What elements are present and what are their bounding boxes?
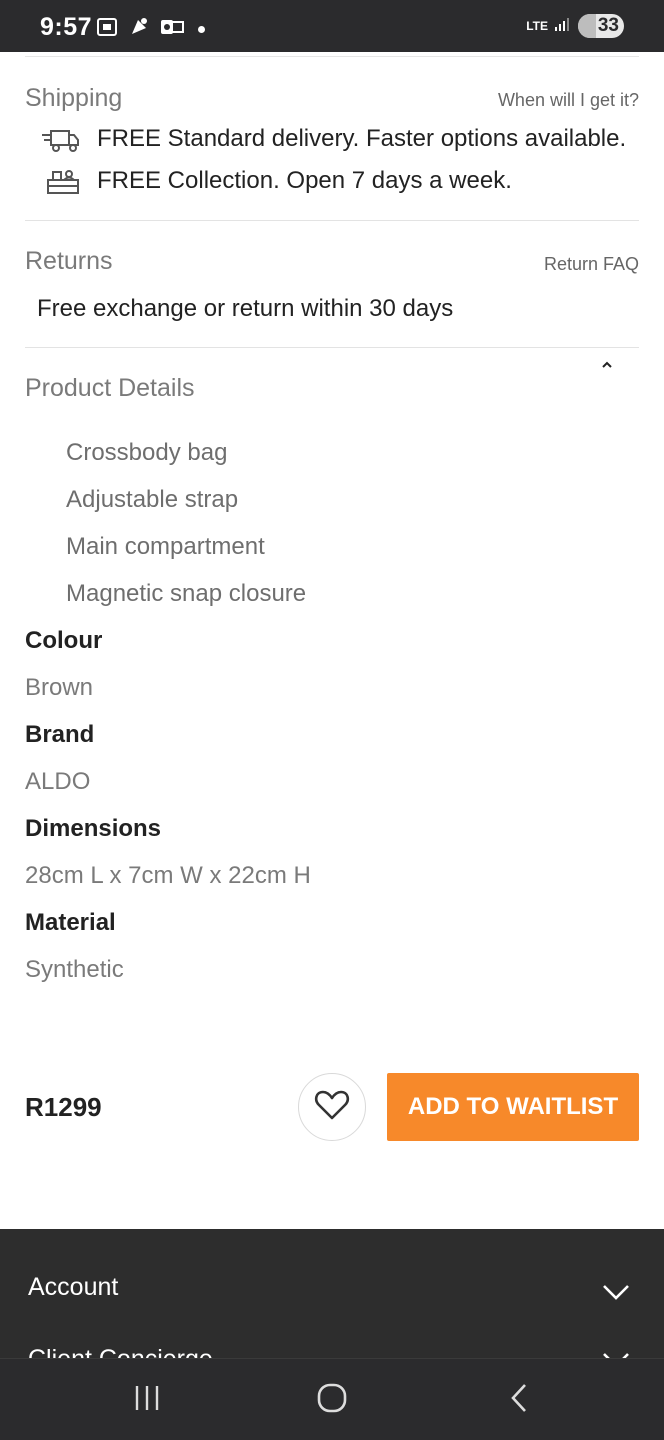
back-button[interactable] — [474, 1359, 564, 1440]
shipping-title: Shipping — [25, 84, 123, 112]
battery-indicator: 33 — [578, 14, 624, 38]
divider — [25, 220, 639, 221]
detail-item: Main compartment — [66, 533, 265, 560]
detail-item: Adjustable strap — [66, 486, 239, 513]
when-will-i-get-it-link[interactable]: When will I get it? — [498, 90, 639, 111]
attribute-label-material: Material — [25, 909, 116, 936]
more-notifications-dot — [198, 26, 205, 33]
product-details-title[interactable]: Product Details — [25, 374, 195, 403]
detail-item: Crossbody bag — [66, 439, 228, 466]
divider — [25, 347, 639, 348]
returns-policy-text: Free exchange or return within 30 days — [37, 295, 454, 322]
notification-icons — [96, 16, 205, 43]
signal-icon — [554, 16, 572, 37]
status-bar: 9:57 LTE 33 — [0, 0, 664, 52]
detail-item: Magnetic snap closure — [66, 580, 307, 607]
home-icon — [316, 1382, 348, 1419]
free-delivery-text: FREE Standard delivery. Faster options a… — [97, 125, 627, 152]
return-faq-link[interactable]: Return FAQ — [544, 254, 639, 275]
divider — [25, 56, 639, 57]
recent-apps-button[interactable] — [102, 1359, 192, 1440]
attribute-label-colour: Colour — [25, 627, 103, 654]
collection-store-icon — [46, 168, 80, 201]
product-price: R1299 — [25, 1092, 102, 1122]
status-time: 9:57 — [40, 13, 93, 41]
attribute-value-colour: Brown — [25, 674, 94, 701]
free-collection-text: FREE Collection. Open 7 days a week. — [97, 167, 512, 194]
footer-item-account[interactable]: Account — [28, 1273, 118, 1302]
chevron-down-icon[interactable] — [602, 1283, 630, 1301]
app-notification-icon — [128, 16, 150, 43]
system-navigation-bar — [0, 1358, 664, 1440]
wishlist-button[interactable] — [298, 1073, 366, 1141]
footer-item-client-concierge[interactable]: Client Concierge — [28, 1345, 213, 1359]
footer: Account Client Concierge — [0, 1229, 664, 1359]
home-button[interactable] — [287, 1359, 377, 1440]
returns-title: Returns — [25, 247, 113, 275]
recent-apps-icon — [132, 1384, 162, 1417]
collapse-caret-icon[interactable] — [598, 358, 616, 372]
back-icon — [508, 1382, 530, 1419]
outlook-icon — [160, 17, 184, 42]
attribute-label-dimensions: Dimensions — [25, 815, 162, 842]
network-type: LTE — [526, 18, 548, 33]
screenshot-icon — [96, 17, 118, 42]
delivery-truck-icon — [42, 127, 80, 158]
attribute-label-brand: Brand — [25, 721, 95, 748]
status-right: LTE 33 — [526, 14, 624, 38]
attribute-value-brand: ALDO — [25, 768, 91, 795]
attribute-value-material: Synthetic — [25, 956, 124, 983]
add-to-waitlist-button[interactable]: ADD TO WAITLIST — [387, 1073, 639, 1141]
heart-icon — [314, 1089, 350, 1126]
attribute-value-dimensions: 28cm L x 7cm W x 22cm H — [25, 862, 311, 889]
